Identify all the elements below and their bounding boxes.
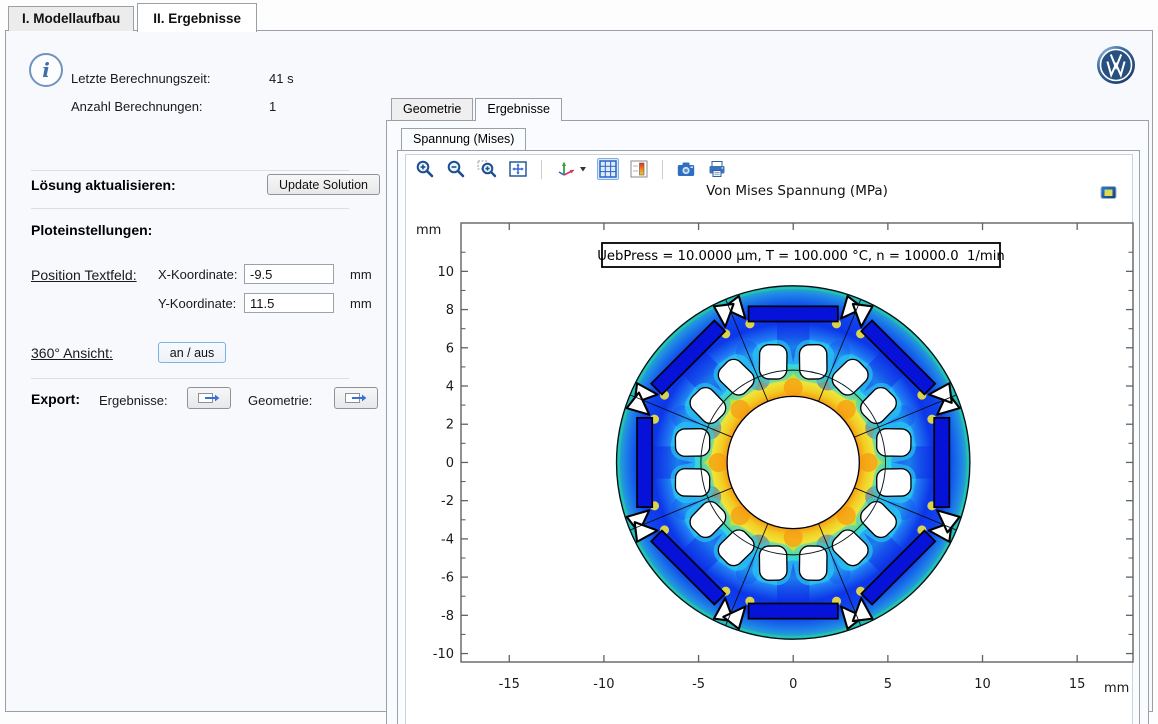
export-geometry-label: Geometrie: bbox=[248, 393, 312, 408]
svg-text:2: 2 bbox=[446, 418, 454, 433]
y-unit-label: mm bbox=[350, 296, 372, 311]
snapshot-icon[interactable] bbox=[675, 158, 697, 180]
svg-text:4: 4 bbox=[446, 380, 454, 395]
main-panel: i Letzte Berechnungszeit: 41 s Anzahl Be… bbox=[5, 30, 1153, 712]
svg-text:0: 0 bbox=[446, 456, 454, 471]
plot-panel: Von Mises Spannung (MPa) bbox=[397, 150, 1140, 724]
plot-group-icon[interactable] bbox=[1100, 185, 1118, 205]
zoom-in-icon[interactable] bbox=[414, 158, 436, 180]
divider bbox=[31, 378, 349, 379]
svg-text:10: 10 bbox=[974, 677, 991, 692]
info-block: Letzte Berechnungszeit: 41 s Anzahl Bere… bbox=[71, 71, 294, 114]
computation-count-label: Anzahl Berechnungen: bbox=[71, 99, 269, 114]
x-coordinate-label: X-Koordinate: bbox=[158, 267, 238, 282]
y-coordinate-input[interactable] bbox=[244, 293, 334, 313]
tab-ergebnisse-plot[interactable]: Ergebnisse bbox=[475, 98, 562, 121]
svg-text:5: 5 bbox=[884, 677, 892, 692]
update-solution-button[interactable]: Update Solution bbox=[267, 174, 380, 195]
main-tab-bar: I. Modellaufbau II. Ergebnisse bbox=[8, 3, 260, 31]
divider bbox=[31, 208, 349, 209]
rotor-fem-plot bbox=[617, 286, 970, 639]
svg-text:0: 0 bbox=[789, 677, 797, 692]
go-to-default-view-icon[interactable] bbox=[554, 158, 588, 180]
export-heading: Export: bbox=[31, 391, 80, 407]
zoom-out-icon[interactable] bbox=[445, 158, 467, 180]
vw-logo bbox=[1096, 45, 1136, 90]
graphics-window: Von Mises Spannung (MPa) bbox=[405, 154, 1133, 724]
position-textfeld-link[interactable]: Position Textfeld: bbox=[31, 267, 137, 283]
grid-icon[interactable] bbox=[597, 158, 619, 180]
toolbar-separator bbox=[541, 160, 542, 179]
app-window: I. Modellaufbau II. Ergebnisse i Letzte … bbox=[0, 0, 1158, 724]
last-computation-label: Letzte Berechnungszeit: bbox=[71, 71, 269, 86]
svg-text:-15: -15 bbox=[499, 677, 520, 692]
y-axis-unit: mm bbox=[416, 223, 441, 238]
export-geometry-button[interactable] bbox=[334, 387, 378, 409]
results-area: Geometrie Ergebnisse Spannung (Mises) bbox=[386, 98, 1154, 724]
export-results-button[interactable] bbox=[187, 387, 231, 409]
svg-text:8: 8 bbox=[446, 303, 454, 318]
svg-text:-4: -4 bbox=[441, 532, 454, 547]
x-axis-unit: mm bbox=[1104, 681, 1129, 696]
y-coordinate-label: Y-Koordinate: bbox=[158, 296, 236, 311]
export-results-label: Ergebnisse: bbox=[99, 393, 168, 408]
svg-text:-10: -10 bbox=[433, 647, 454, 662]
tab-spannung-mises[interactable]: Spannung (Mises) bbox=[401, 128, 526, 150]
view-360-link[interactable]: 360° Ansicht: bbox=[31, 345, 113, 361]
color-legend-icon[interactable] bbox=[628, 158, 650, 180]
svg-text:-10: -10 bbox=[593, 677, 614, 692]
annotation-text: UebPress = 10.0000 μm, T = 100.000 °C, n… bbox=[597, 249, 1004, 264]
x-unit-label: mm bbox=[350, 267, 372, 282]
plot-title-row: Von Mises Spannung (MPa) bbox=[406, 183, 1132, 207]
print-icon[interactable] bbox=[706, 158, 728, 180]
toolbar-separator bbox=[662, 160, 663, 179]
last-computation-value: 41 s bbox=[269, 71, 294, 86]
export-icon bbox=[197, 391, 221, 405]
computation-count-value: 1 bbox=[269, 99, 294, 114]
x-coordinate-input[interactable] bbox=[244, 264, 334, 284]
tab-geometrie[interactable]: Geometrie bbox=[391, 98, 473, 120]
plot-canvas[interactable]: -15 -10 -5 0 5 10 15 10 8 6 4 2 0 -2 -4 -6 -8 -10 mm mm U… bbox=[406, 207, 1136, 697]
svg-text:-8: -8 bbox=[441, 609, 454, 624]
zoom-box-icon[interactable] bbox=[476, 158, 498, 180]
tab-modellaufbau[interactable]: I. Modellaufbau bbox=[8, 6, 134, 31]
plot-title: Von Mises Spannung (MPa) bbox=[461, 183, 1133, 199]
results-panel: Spannung (Mises) bbox=[386, 120, 1149, 724]
svg-text:-6: -6 bbox=[441, 571, 454, 586]
tab-ergebnisse[interactable]: II. Ergebnisse bbox=[137, 3, 257, 32]
results-tab-bar: Geometrie Ergebnisse bbox=[391, 98, 1154, 120]
view-360-toggle-button[interactable]: an / aus bbox=[158, 342, 226, 363]
svg-text:6: 6 bbox=[446, 341, 454, 356]
svg-text:-5: -5 bbox=[692, 677, 705, 692]
svg-text:-2: -2 bbox=[441, 494, 454, 509]
graphics-toolbar bbox=[406, 155, 1132, 183]
svg-text:10: 10 bbox=[437, 265, 454, 280]
zoom-extents-icon[interactable] bbox=[507, 158, 529, 180]
update-solution-label: Lösung aktualisieren: bbox=[31, 177, 176, 193]
export-icon bbox=[344, 391, 368, 405]
svg-text:15: 15 bbox=[1069, 677, 1086, 692]
plot-settings-heading: Ploteinstellungen: bbox=[31, 222, 152, 238]
divider bbox=[31, 170, 349, 171]
info-icon: i bbox=[29, 53, 63, 87]
